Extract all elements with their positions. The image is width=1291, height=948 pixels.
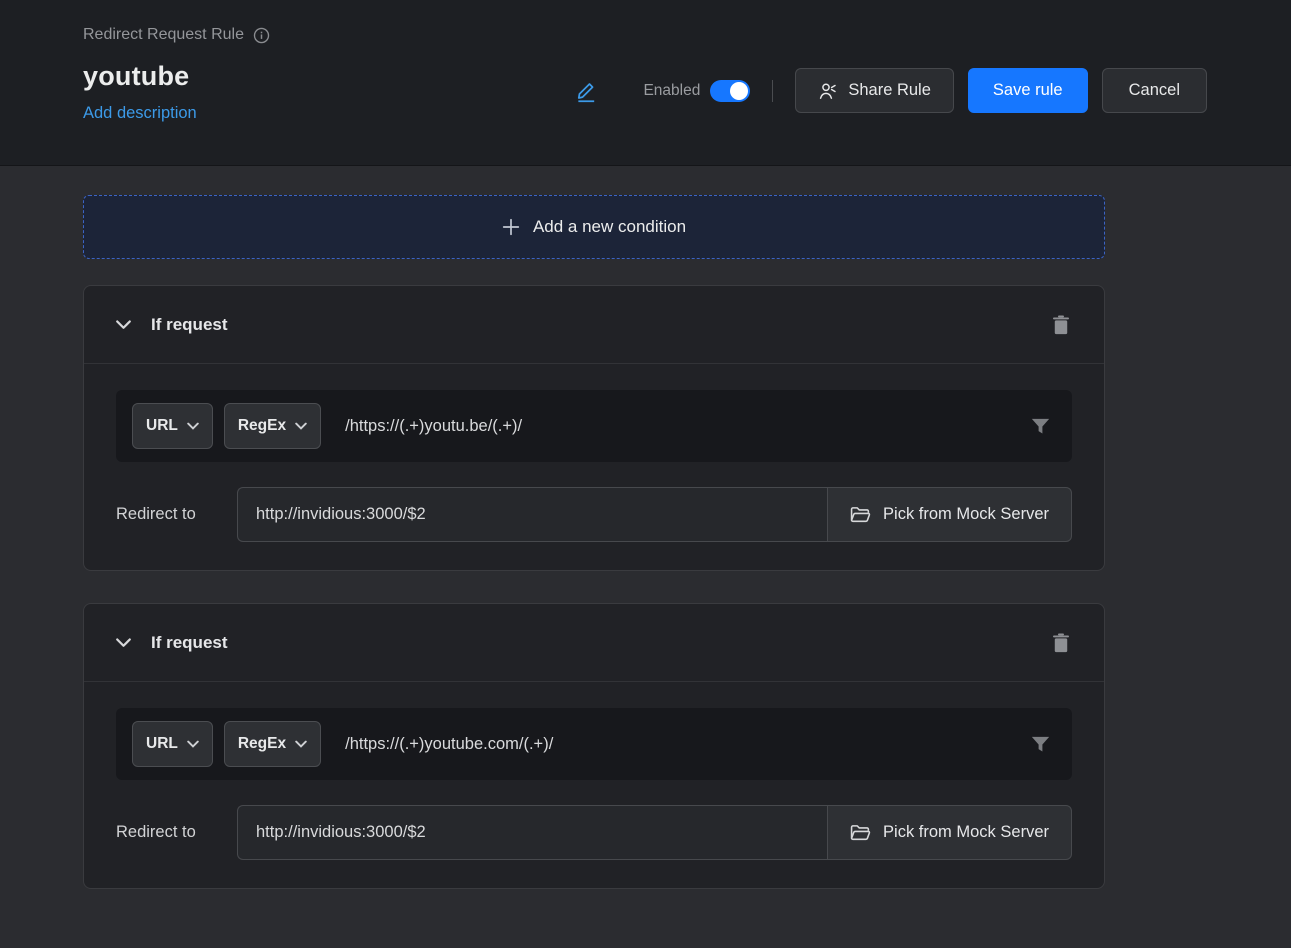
enabled-toggle[interactable]: [710, 80, 750, 102]
condition-card-header: If request: [84, 604, 1104, 682]
redirect-row: Redirect to Pick from Mock Server: [116, 487, 1072, 542]
cancel-button[interactable]: Cancel: [1102, 68, 1207, 113]
pick-from-mock-server-button[interactable]: Pick from Mock Server: [827, 805, 1072, 860]
add-new-condition-label: Add a new condition: [533, 217, 686, 237]
condition-title: If request: [151, 633, 228, 653]
source-key-dropdown[interactable]: URL: [132, 403, 213, 449]
condition-card-body: URL RegEx Redirect to: [84, 682, 1104, 888]
chevron-down-icon: [295, 422, 307, 430]
share-user-icon: [818, 81, 838, 101]
source-condition-row: URL RegEx: [116, 708, 1072, 780]
redirect-to-label: Redirect to: [116, 823, 237, 842]
source-operator-value: RegEx: [238, 735, 286, 753]
source-condition-row: URL RegEx: [116, 390, 1072, 462]
add-new-condition-button[interactable]: Add a new condition: [83, 195, 1105, 259]
rule-type-label: Redirect Request Rule: [83, 26, 244, 44]
source-key-value: URL: [146, 417, 178, 435]
condition-title: If request: [151, 315, 228, 335]
source-value-input[interactable]: [345, 417, 1025, 436]
chevron-down-icon[interactable]: [116, 320, 131, 330]
pick-from-mock-server-label: Pick from Mock Server: [883, 823, 1049, 842]
chevron-down-icon: [187, 422, 199, 430]
share-rule-label: Share Rule: [848, 81, 931, 100]
chevron-down-icon: [187, 740, 199, 748]
info-icon[interactable]: [253, 27, 270, 44]
save-rule-button[interactable]: Save rule: [968, 68, 1088, 113]
trash-icon[interactable]: [1052, 315, 1070, 335]
redirect-row: Redirect to Pick from Mock Server: [116, 805, 1072, 860]
pick-from-mock-server-button[interactable]: Pick from Mock Server: [827, 487, 1072, 542]
rule-editor-header: Redirect Request Rule youtube Add descri…: [0, 0, 1291, 166]
chevron-down-icon[interactable]: [116, 638, 131, 648]
folder-icon: [850, 824, 871, 842]
redirect-to-label: Redirect to: [116, 505, 237, 524]
source-operator-dropdown[interactable]: RegEx: [224, 403, 321, 449]
pick-from-mock-server-label: Pick from Mock Server: [883, 505, 1049, 524]
plus-icon: [502, 218, 520, 236]
add-description-link[interactable]: Add description: [83, 104, 197, 123]
source-operator-value: RegEx: [238, 417, 286, 435]
rule-conditions-panel: Add a new condition If request: [0, 166, 1291, 889]
condition-card: If request URL RegEx: [83, 603, 1105, 889]
condition-card-body: URL RegEx Redirect to: [84, 364, 1104, 570]
redirect-destination-input[interactable]: [237, 805, 827, 860]
redirect-destination-input[interactable]: [237, 487, 827, 542]
enabled-label: Enabled: [643, 82, 700, 100]
condition-card-header: If request: [84, 286, 1104, 364]
filter-funnel-icon[interactable]: [1025, 730, 1056, 759]
source-key-value: URL: [146, 735, 178, 753]
source-value-input[interactable]: [345, 735, 1025, 754]
save-rule-label: Save rule: [993, 81, 1063, 100]
header-actions: Enabled Share Rule Save rule Cancel: [571, 68, 1207, 113]
condition-card: If request URL RegEx: [83, 285, 1105, 571]
share-rule-button[interactable]: Share Rule: [795, 68, 954, 113]
cancel-label: Cancel: [1129, 81, 1180, 100]
source-key-dropdown[interactable]: URL: [132, 721, 213, 767]
chevron-down-icon: [295, 740, 307, 748]
header-divider: [772, 80, 773, 102]
source-operator-dropdown[interactable]: RegEx: [224, 721, 321, 767]
filter-funnel-icon[interactable]: [1025, 412, 1056, 441]
folder-icon: [850, 506, 871, 524]
edit-pencil-icon[interactable]: [571, 76, 601, 106]
trash-icon[interactable]: [1052, 633, 1070, 653]
